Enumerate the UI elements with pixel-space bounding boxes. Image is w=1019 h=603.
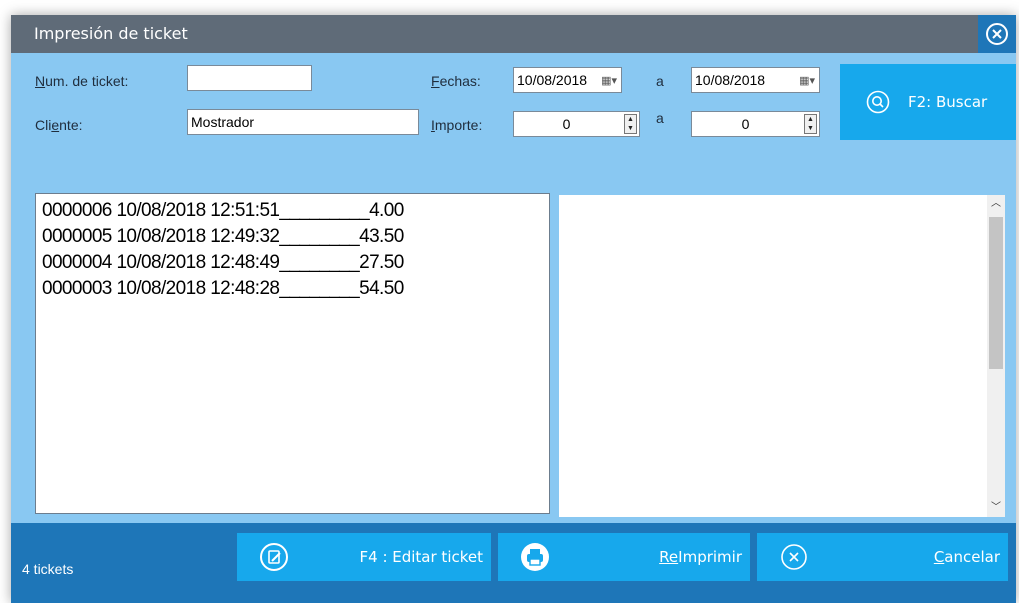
close-circle-icon (986, 23, 1008, 45)
preview-scrollbar[interactable]: ︿ ﹀ (987, 195, 1005, 517)
printer-icon (521, 543, 549, 571)
ticket-preview-panel (559, 195, 987, 517)
scroll-down-icon[interactable]: ﹀ (987, 499, 1005, 517)
reprint-label: ReImprimir (659, 548, 742, 566)
amount-range-separator: a (656, 110, 664, 126)
date-from-value: 10/08/2018 (517, 72, 588, 88)
amount-from-stepper[interactable]: 0 ▲ ▼ (513, 111, 640, 137)
amount-label: Importe: (431, 117, 483, 133)
list-item[interactable]: 0000004 10/08/2018 12:48:49________27.50 (42, 252, 404, 274)
title-bar: Impresión de ticket (11, 15, 1016, 53)
ticket-print-dialog: Impresión de ticket Num. de ticket: Clie… (11, 15, 1016, 603)
cancel-label: Cancelar (933, 548, 1000, 566)
client-value: Mostrador (191, 114, 255, 130)
client-field[interactable]: Mostrador (187, 109, 419, 135)
edit-icon (260, 543, 288, 571)
cancel-button[interactable]: Cancelar (757, 533, 1008, 581)
amount-to-stepper[interactable]: 0 ▲ ▼ (691, 111, 820, 137)
ticket-list[interactable]: 0000006 10/08/2018 12:51:51_________4.00… (35, 193, 550, 514)
date-to-value: 10/08/2018 (695, 72, 766, 88)
date-range-separator: a (656, 73, 664, 89)
ticket-number-label: Num. de ticket: (35, 73, 129, 89)
list-item[interactable]: 0000005 10/08/2018 12:49:32________43.50 (42, 226, 404, 248)
calendar-dropdown-icon[interactable]: ▦▾ (601, 74, 617, 87)
edit-ticket-label: F4 : Editar ticket (359, 548, 484, 566)
list-item[interactable]: 0000006 10/08/2018 12:51:51_________4.00 (42, 200, 404, 222)
search-button[interactable]: F2: Buscar (840, 64, 1016, 140)
spin-arrows-icon[interactable]: ▲ ▼ (624, 114, 637, 134)
search-icon (866, 90, 890, 114)
ticket-number-input[interactable] (187, 65, 312, 91)
date-to-picker[interactable]: 10/08/2018 ▦▾ (691, 67, 820, 93)
spin-arrows-icon[interactable]: ▲ ▼ (804, 114, 817, 134)
amount-from-value: 0 (562, 116, 571, 132)
scroll-up-icon[interactable]: ︿ (987, 195, 1005, 213)
ticket-count: 4 tickets (22, 561, 74, 577)
footer-bar: 4 tickets F4 : Editar ticket ReImprimir (11, 523, 1016, 603)
scrollbar-thumb[interactable] (989, 217, 1003, 369)
edit-ticket-button[interactable]: F4 : Editar ticket (237, 533, 491, 581)
calendar-dropdown-icon[interactable]: ▦▾ (799, 74, 815, 87)
dates-label: Fechas: (431, 73, 481, 89)
client-label: Cliente: (35, 117, 83, 133)
close-button[interactable] (978, 15, 1016, 53)
search-button-label: F2: Buscar (908, 93, 988, 111)
amount-to-value: 0 (741, 116, 750, 132)
reprint-button[interactable]: ReImprimir (498, 533, 750, 581)
cancel-circle-icon (781, 544, 807, 570)
list-item[interactable]: 0000003 10/08/2018 12:48:28________54.50 (42, 278, 404, 300)
window-title: Impresión de ticket (34, 24, 188, 43)
date-from-picker[interactable]: 10/08/2018 ▦▾ (513, 67, 622, 93)
